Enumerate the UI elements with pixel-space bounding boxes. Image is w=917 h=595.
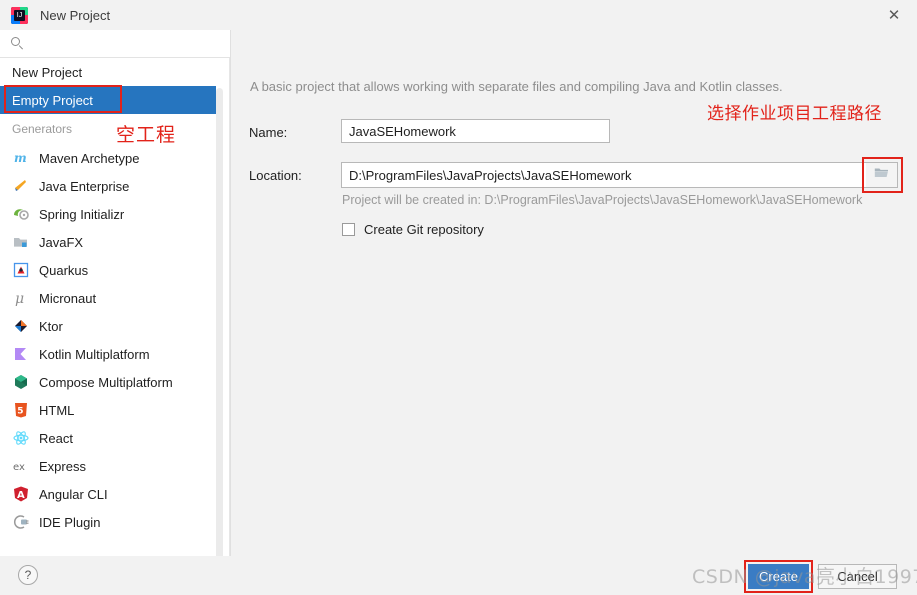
compose-icon bbox=[12, 373, 30, 391]
angular-icon: A bbox=[12, 485, 30, 503]
right-panel: A basic project that allows working with… bbox=[231, 30, 917, 556]
generator-item-micronaut[interactable]: μ Micronaut bbox=[0, 284, 217, 312]
generator-item-angular-cli[interactable]: A Angular CLI bbox=[0, 480, 217, 508]
generator-item-label: Java Enterprise bbox=[39, 178, 130, 194]
help-button[interactable]: ? bbox=[18, 565, 38, 585]
create-git-repository-checkbox[interactable] bbox=[342, 223, 355, 236]
generator-item-label: Maven Archetype bbox=[39, 150, 140, 166]
svg-text:ex: ex bbox=[13, 462, 25, 473]
generator-item-label: HTML bbox=[39, 402, 75, 418]
create-button[interactable]: Create bbox=[748, 564, 809, 589]
generator-item-ide-plugin[interactable]: IDE Plugin bbox=[0, 508, 217, 536]
ktor-icon bbox=[12, 317, 30, 335]
generator-item-java-enterprise[interactable]: Java Enterprise bbox=[0, 172, 217, 200]
generator-item-maven-archetype[interactable]: m Maven Archetype bbox=[0, 144, 217, 172]
create-git-repository-label: Create Git repository bbox=[364, 222, 484, 237]
close-icon[interactable]: ✕ bbox=[871, 0, 917, 30]
list-scrollbar-thumb[interactable] bbox=[216, 88, 223, 556]
generator-item-label: Micronaut bbox=[39, 290, 97, 306]
generator-item-label: Compose Multiplatform bbox=[39, 374, 173, 390]
new-project-dialog: IJ New Project ✕ New Project Empty Proje… bbox=[0, 0, 917, 595]
quarkus-icon bbox=[12, 261, 30, 279]
intellij-idea-icon: IJ bbox=[11, 6, 28, 24]
location-label: Location: bbox=[249, 168, 302, 183]
generator-item-compose-multiplatform[interactable]: Compose Multiplatform bbox=[0, 368, 217, 396]
generator-item-label: JavaFX bbox=[39, 234, 84, 250]
browse-folder-button[interactable] bbox=[866, 162, 898, 188]
name-input[interactable] bbox=[341, 119, 610, 143]
svg-text:5: 5 bbox=[17, 407, 23, 417]
generator-item-react[interactable]: React bbox=[0, 424, 217, 452]
spring-icon bbox=[12, 205, 30, 223]
sidebar-item-empty-project[interactable]: Empty Project bbox=[0, 86, 217, 114]
generator-item-javafx[interactable]: JavaFX bbox=[0, 228, 217, 256]
java-enterprise-icon bbox=[12, 177, 30, 195]
left-panel: New Project Empty Project Generators m M… bbox=[0, 30, 230, 556]
generator-item-label: Kotlin Multiplatform bbox=[39, 346, 150, 362]
window-title: New Project bbox=[40, 7, 111, 23]
html5-icon: 5 bbox=[12, 401, 30, 419]
generator-item-spring-initializr[interactable]: Spring Initializr bbox=[0, 200, 217, 228]
svg-text:A: A bbox=[17, 490, 25, 501]
sidebar-item-new-project[interactable]: New Project bbox=[0, 58, 217, 86]
plugin-icon bbox=[12, 513, 30, 531]
project-description: A basic project that allows working with… bbox=[250, 79, 783, 94]
location-input[interactable] bbox=[341, 162, 867, 188]
generator-item-label: Spring Initializr bbox=[39, 206, 125, 222]
generators-group-label: Generators bbox=[12, 122, 73, 136]
window-titlebar: IJ New Project ✕ bbox=[0, 0, 917, 30]
generator-item-kotlin-multiplatform[interactable]: Kotlin Multiplatform bbox=[0, 340, 217, 368]
folder-icon bbox=[874, 166, 889, 184]
name-label: Name: bbox=[249, 125, 288, 140]
sidebar-item-label: Empty Project bbox=[12, 92, 93, 108]
created-in-hint: Project will be created in: D:\ProgramFi… bbox=[342, 193, 863, 207]
micronaut-icon: μ bbox=[12, 289, 30, 307]
generator-item-ktor[interactable]: Ktor bbox=[0, 312, 217, 340]
project-type-list[interactable]: New Project Empty Project Generators m M… bbox=[0, 58, 230, 556]
generator-item-express[interactable]: ex Express bbox=[0, 452, 217, 480]
svg-text:m: m bbox=[14, 151, 27, 165]
react-icon bbox=[12, 429, 30, 447]
maven-icon: m bbox=[12, 149, 30, 167]
generator-item-label: Ktor bbox=[39, 318, 63, 334]
generator-item-quarkus[interactable]: Quarkus bbox=[0, 256, 217, 284]
search-input[interactable] bbox=[33, 33, 230, 54]
generator-item-label: Angular CLI bbox=[39, 486, 108, 502]
search-icon bbox=[11, 36, 25, 51]
generator-item-label: React bbox=[39, 430, 73, 446]
cancel-button[interactable]: Cancel bbox=[818, 564, 897, 589]
create-git-repository-row[interactable]: Create Git repository bbox=[342, 222, 484, 237]
kotlin-icon bbox=[12, 345, 30, 363]
generator-item-label: Quarkus bbox=[39, 262, 89, 278]
generator-item-label: IDE Plugin bbox=[39, 514, 101, 530]
sidebar-item-label: New Project bbox=[12, 64, 83, 80]
generator-item-label: Express bbox=[39, 458, 86, 474]
generator-item-html[interactable]: 5 HTML bbox=[0, 396, 217, 424]
svg-text:μ: μ bbox=[15, 291, 24, 307]
search-bar bbox=[0, 30, 230, 58]
express-icon: ex bbox=[12, 457, 30, 475]
javafx-icon bbox=[12, 233, 30, 251]
